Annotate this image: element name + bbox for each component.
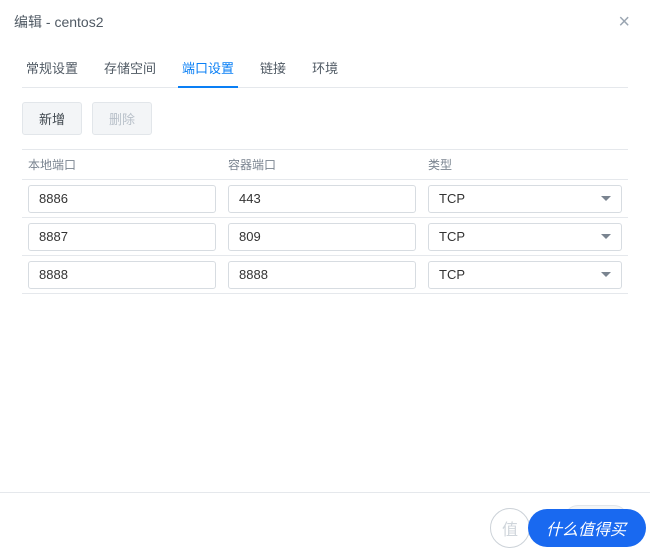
table-row: TCP [22, 218, 628, 256]
type-select[interactable]: TCP [428, 185, 622, 213]
chevron-down-icon [601, 272, 611, 277]
table-row: TCP [22, 256, 628, 294]
table-row: TCP [22, 180, 628, 218]
chevron-down-icon [601, 196, 611, 201]
container-port-input[interactable] [228, 223, 416, 251]
watermark-circle: 值 [490, 508, 530, 548]
local-port-input[interactable] [28, 261, 216, 289]
add-button[interactable]: 新增 [22, 102, 82, 135]
dialog-body: 常规设置存储空间端口设置链接环境 新增 删除 本地端口 容器端口 类型 TCPT… [0, 44, 650, 492]
toolbar: 新增 删除 [22, 102, 628, 135]
close-icon[interactable]: × [614, 10, 634, 34]
container-port-input[interactable] [228, 261, 416, 289]
delete-button[interactable]: 删除 [92, 102, 152, 135]
chevron-down-icon [601, 234, 611, 239]
tab-2[interactable]: 端口设置 [178, 50, 238, 87]
container-port-input[interactable] [228, 185, 416, 213]
col-type: 类型 [422, 152, 628, 177]
local-port-input[interactable] [28, 223, 216, 251]
tabs: 常规设置存储空间端口设置链接环境 [22, 50, 628, 88]
type-select-value: TCP [439, 229, 465, 244]
type-select-value: TCP [439, 267, 465, 282]
col-container-port: 容器端口 [222, 152, 422, 177]
tab-1[interactable]: 存储空间 [100, 50, 160, 87]
type-select[interactable]: TCP [428, 223, 622, 251]
tab-4[interactable]: 环境 [308, 50, 342, 87]
dialog-footer: 取消 值 什么值得买 [0, 492, 650, 550]
table-header: 本地端口 容器端口 类型 [22, 150, 628, 180]
col-local-port: 本地端口 [22, 152, 222, 177]
type-select-value: TCP [439, 191, 465, 206]
dialog-header: 编辑 - centos2 × [0, 0, 650, 44]
edit-dialog: 编辑 - centos2 × 常规设置存储空间端口设置链接环境 新增 删除 本地… [0, 0, 650, 550]
tab-3[interactable]: 链接 [256, 50, 290, 87]
port-table: 本地端口 容器端口 类型 TCP TCP TCP [22, 149, 628, 492]
table-body: TCP TCP TCP [22, 180, 628, 294]
type-select[interactable]: TCP [428, 261, 622, 289]
tab-0[interactable]: 常规设置 [22, 50, 82, 87]
dialog-title: 编辑 - centos2 [14, 12, 103, 32]
local-port-input[interactable] [28, 185, 216, 213]
cancel-button[interactable]: 取消 [564, 505, 628, 538]
